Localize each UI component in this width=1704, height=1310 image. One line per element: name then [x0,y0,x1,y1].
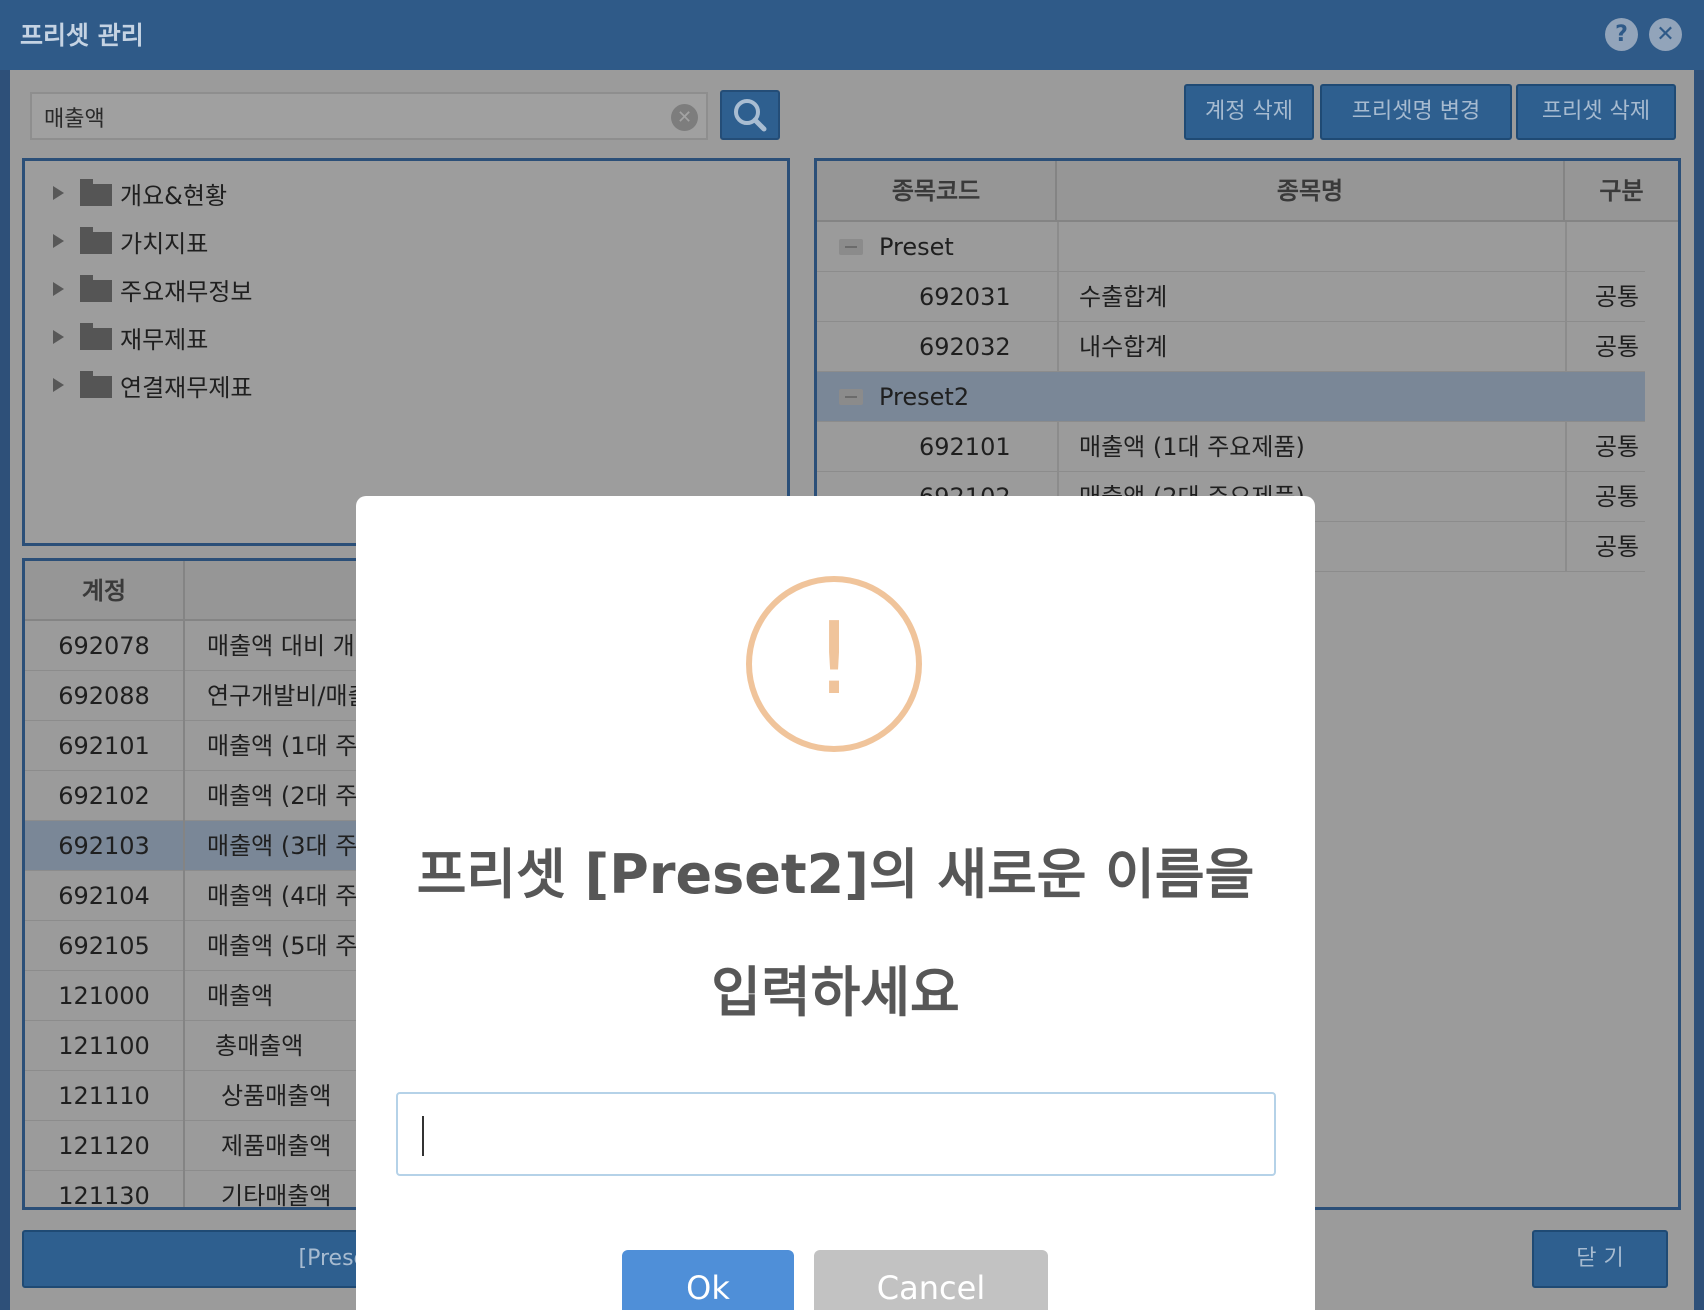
expand-arrow-icon[interactable] [53,234,64,248]
tree-item-label: 주요재무정보 [120,277,253,306]
clear-search-icon[interactable]: ✕ [671,104,698,131]
table-row[interactable]: 692101 매출액 (1대 주요제품) 공통 [817,422,1645,472]
account-name: 매출액 (4대 주 [207,882,358,910]
item-name: 내수합계 [1079,333,1168,361]
modal-title-line2: 입력하세요 [711,961,960,1024]
collapse-icon[interactable] [839,239,863,255]
account-code: 692104 [25,871,185,921]
account-name: 매출액 (1대 주 [207,732,358,760]
account-code: 121120 [25,1121,185,1171]
rename-preset-button[interactable]: 프리셋명 변경 [1320,84,1512,140]
tree-item[interactable]: 연결재무제표 [53,365,252,405]
preset-group-row[interactable]: Preset2 [817,372,1645,422]
search-box: ✕ [30,92,708,140]
account-name: 매출액 (5대 주 [207,932,358,960]
modal-title-line1: 프리셋 [Preset2]의 새로운 이름을 [416,843,1255,906]
item-name: 수출합계 [1079,283,1168,311]
tree-item[interactable]: 가치지표 [53,221,208,261]
account-code: 121100 [25,1021,185,1071]
category-tree: 개요&현황 가치지표 주요재무정보 재무제표 연결재무제표 [22,158,790,546]
account-name: 매출액 대비 개 [207,632,355,660]
item-code: 692032 [919,333,1011,361]
column-header-kind[interactable]: 구분 [1565,161,1678,222]
title-bar: 프리셋 관리 ? ✕ [0,0,1704,70]
account-name: 상품매출액 [221,1082,332,1110]
warning-icon: ! [746,576,922,752]
exclamation-mark: ! [813,600,855,717]
cancel-button[interactable]: Cancel [814,1250,1048,1310]
preset-group-name: Preset2 [879,383,970,411]
preset-group-row[interactable]: Preset [817,222,1645,272]
expand-arrow-icon[interactable] [53,282,64,296]
item-kind: 공통 [1594,283,1640,311]
folder-icon [80,275,112,302]
tree-item-label: 개요&현황 [120,181,228,210]
text-caret [422,1116,424,1156]
item-kind: 공통 [1594,483,1640,511]
account-code: 121130 [25,1171,185,1207]
close-icon[interactable]: ✕ [1649,18,1682,51]
account-code: 692102 [25,771,185,821]
account-code: 121000 [25,971,185,1021]
preset-table-header: 종목코드 종목명 구분 [817,161,1678,222]
delete-account-button[interactable]: 계정 삭제 [1184,84,1314,140]
tree-item[interactable]: 재무제표 [53,317,208,357]
window-title: 프리셋 관리 [20,21,144,50]
collapse-icon[interactable] [839,389,863,405]
account-name: 연구개발비/매출 [207,682,370,710]
preset-name-input[interactable] [396,1092,1276,1176]
search-input[interactable] [44,103,644,131]
folder-icon [80,371,112,398]
folder-icon [80,323,112,350]
item-kind: 공통 [1594,433,1640,461]
account-name: 매출액 (3대 주 [207,832,358,860]
preset-manager-window: 프리셋 관리 ? ✕ ✕ 계정 삭제 프리셋명 변경 프리셋 삭제 개요&현황 … [0,0,1704,1310]
item-kind: 공통 [1594,533,1640,561]
preset-group-name: Preset [879,233,954,261]
delete-preset-button[interactable]: 프리셋 삭제 [1516,84,1676,140]
account-code: 692078 [25,621,185,671]
account-code: 692105 [25,921,185,971]
table-row[interactable]: 692031 수출합계 공통 [817,272,1645,322]
folder-icon [80,227,112,254]
account-code: 121110 [25,1071,185,1121]
expand-arrow-icon[interactable] [53,186,64,200]
account-name: 총매출액 [215,1032,304,1060]
search-icon [734,99,767,132]
modal-title: 프리셋 [Preset2]의 새로운 이름을 입력하세요 [376,816,1295,1052]
help-icon[interactable]: ? [1605,18,1638,51]
account-code: 692088 [25,671,185,721]
account-name: 제품매출액 [221,1132,332,1160]
tree-item-label: 재무제표 [120,325,209,354]
search-button[interactable] [720,90,780,140]
column-header-account[interactable]: 계정 [25,561,185,621]
item-kind: 공통 [1594,333,1640,361]
item-code: 692101 [919,433,1011,461]
column-header-name[interactable]: 종목명 [1057,161,1565,222]
tree-item-label: 가치지표 [120,229,209,258]
account-name: 기타매출액 [221,1182,332,1210]
account-code: 692103 [25,821,185,871]
item-name: 매출액 (1대 주요제품) [1079,433,1305,461]
tree-item-label: 연결재무제표 [120,373,253,402]
rename-preset-modal: ! 프리셋 [Preset2]의 새로운 이름을 입력하세요 Ok Cancel [356,496,1315,1310]
expand-arrow-icon[interactable] [53,378,64,392]
table-row[interactable]: 692032 내수합계 공통 [817,322,1645,372]
ok-button[interactable]: Ok [622,1250,794,1310]
column-header-code[interactable]: 종목코드 [817,161,1057,222]
tree-item[interactable]: 개요&현황 [53,173,227,213]
expand-arrow-icon[interactable] [53,330,64,344]
tree-item[interactable]: 주요재무정보 [53,269,252,309]
account-code: 692101 [25,721,185,771]
account-name: 매출액 (2대 주 [207,782,358,810]
item-code: 692031 [919,283,1011,311]
close-button[interactable]: 닫 기 [1532,1230,1668,1288]
account-name: 매출액 [207,982,274,1010]
folder-icon [80,179,112,206]
